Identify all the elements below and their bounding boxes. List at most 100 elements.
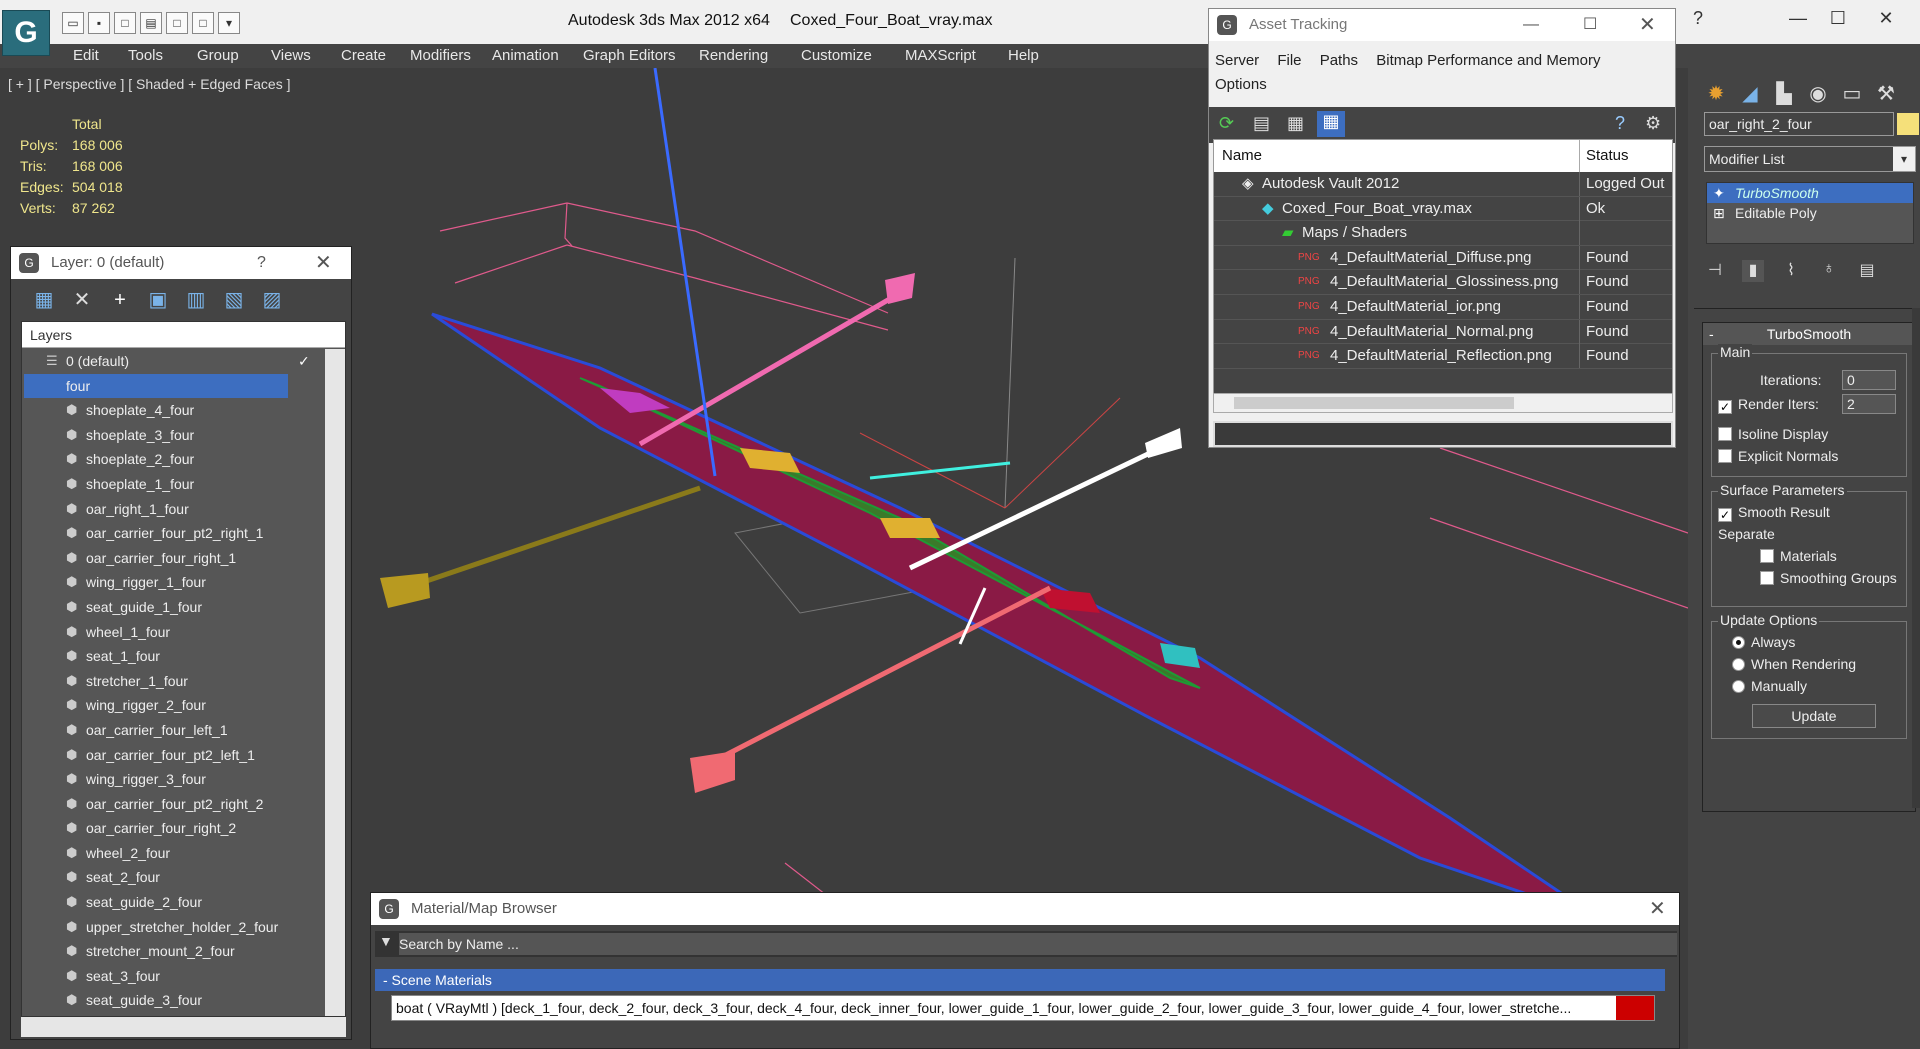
object-item[interactable]: ⬢ wing_rigger_1_four <box>22 570 322 595</box>
hierarchy-tab-icon[interactable]: ▙ <box>1770 80 1798 108</box>
object-item[interactable]: ⬢ stretcher_1_four <box>22 669 322 694</box>
configure-modifier-sets-icon[interactable]: ▤ <box>1856 260 1878 282</box>
object-item[interactable]: ⬢ shoeplate_1_four <box>22 472 322 497</box>
modifier-list-dropdown[interactable]: Modifier List ▾ <box>1704 146 1916 172</box>
object-item[interactable]: ⬢ seat_guide_2_four <box>22 890 322 915</box>
minimize-icon[interactable]: — <box>1778 8 1818 29</box>
menu-views[interactable]: Views <box>271 47 311 64</box>
freeze-all-icon[interactable]: ▨ <box>259 287 285 313</box>
display-tab-icon[interactable]: ▭ <box>1838 80 1866 108</box>
object-item[interactable]: ⬢ shoeplate_2_four <box>22 447 322 472</box>
menu-animation[interactable]: Animation <box>492 47 559 64</box>
materials-checkbox[interactable] <box>1760 549 1774 563</box>
motion-tab-icon[interactable]: ◉ <box>1804 80 1832 108</box>
redo-icon[interactable]: ▤ <box>140 12 162 34</box>
object-item[interactable]: ⬢ oar_carrier_four_pt2_right_2 <box>22 792 322 817</box>
help-icon[interactable]: ? <box>1678 8 1718 29</box>
asset-row[interactable]: PNG 4_DefaultMaterial_ior.png Found <box>1214 294 1672 320</box>
close-window-icon[interactable]: ✕ <box>1866 8 1906 29</box>
object-item[interactable]: ⬢ oar_carrier_four_right_1 <box>22 546 322 571</box>
object-item[interactable]: ⬢ wheel_1_four <box>22 620 322 645</box>
layers-tree[interactable]: Layers ☰0 (default)✓ ☰four ⬢shoeplate_4_… <box>21 321 346 1017</box>
search-options-icon[interactable]: ▼ <box>379 933 393 949</box>
asset-row[interactable]: PNG 4_DefaultMaterial_Diffuse.png Found <box>1214 245 1672 271</box>
expand-icon[interactable]: ⊞ <box>1713 203 1725 223</box>
new-layer-icon[interactable]: ▦ <box>31 287 57 313</box>
asset-row[interactable]: PNG 4_DefaultMaterial_Glossiness.png Found <box>1214 270 1672 295</box>
explicit-normals-checkbox[interactable] <box>1718 449 1732 463</box>
asset-menu-bitmap-performance[interactable]: Bitmap Performance and Memory <box>1376 52 1600 69</box>
create-tab-icon[interactable]: ✹ <box>1702 80 1730 108</box>
asset-row[interactable]: PNG 4_DefaultMaterial_Reflection.png Found <box>1214 344 1672 369</box>
object-item[interactable]: ⬢ oar_carrier_four_pt2_right_1 <box>22 521 322 546</box>
object-item[interactable]: ⬢ seat_2_four <box>22 865 322 890</box>
hide-all-icon[interactable]: ▧ <box>221 287 247 313</box>
object-item[interactable]: ⬢ stretcher_mount_2_four <box>22 939 322 964</box>
smooth-result-checkbox[interactable]: ✓ <box>1718 508 1732 522</box>
utilities-tab-icon[interactable]: ⚒ <box>1872 80 1900 108</box>
viewport-label[interactable]: [ + ] [ Perspective ] [ Shaded + Edged F… <box>8 76 291 92</box>
layers-horizontal-scrollbar[interactable] <box>21 1017 346 1037</box>
close-icon[interactable]: ✕ <box>1649 893 1666 925</box>
maximize-icon[interactable]: ☐ <box>1818 8 1858 29</box>
object-color-swatch[interactable] <box>1897 113 1919 135</box>
object-item[interactable]: ⬢ wheel_2_four <box>22 841 322 866</box>
object-item[interactable]: ⬢ seat_3_four <box>22 964 322 989</box>
qat-dropdown-icon[interactable]: ▾ <box>218 12 240 34</box>
settings-icon[interactable]: ⚙ <box>1645 113 1661 134</box>
current-layer-check-icon[interactable]: ✓ <box>298 349 310 373</box>
update-button[interactable]: Update <box>1752 704 1876 728</box>
asset-row[interactable]: PNG 4_DefaultMaterial_Normal.png Found <box>1214 319 1672 345</box>
minimize-icon[interactable]: — <box>1523 9 1539 41</box>
isoline-checkbox[interactable] <box>1718 427 1732 441</box>
make-unique-icon[interactable]: ⌇ <box>1780 260 1802 282</box>
fetch-icon[interactable]: □ <box>192 12 214 34</box>
object-item[interactable]: ⬢ oar_carrier_four_pt2_left_1 <box>22 743 322 768</box>
refresh-icon[interactable]: ⟳ <box>1219 113 1234 134</box>
menu-help[interactable]: Help <box>1008 47 1039 64</box>
asset-path-field[interactable] <box>1213 421 1673 447</box>
asset-tracking-titlebar[interactable]: G Asset Tracking — ☐ ✕ <box>1209 9 1675 41</box>
stack-item-turbosmooth[interactable]: ✦ TurboSmooth <box>1707 183 1913 203</box>
menu-rendering[interactable]: Rendering <box>699 47 768 64</box>
always-radio[interactable] <box>1732 636 1745 649</box>
app-logo-button[interactable]: G <box>2 10 50 56</box>
asset-row[interactable]: ◆ Coxed_Four_Boat_vray.max Ok <box>1214 196 1672 222</box>
table-view-icon[interactable]: ▦ <box>1317 111 1345 137</box>
object-item[interactable]: ⬢ oar_carrier_four_right_2 <box>22 816 322 841</box>
object-item[interactable]: ⬢ shoeplate_4_four <box>22 398 322 423</box>
object-item[interactable]: ⬢ wing_rigger_2_four <box>22 693 322 718</box>
pin-stack-icon[interactable]: ⊣ <box>1704 260 1726 282</box>
tree-view-icon[interactable]: ▦ <box>1287 113 1304 134</box>
layer-item[interactable]: ☰four <box>22 373 322 399</box>
stack-item-editable-poly[interactable]: ⊞ Editable Poly <box>1707 203 1913 223</box>
asset-row[interactable]: ▰ Maps / Shaders <box>1214 221 1672 246</box>
remove-modifier-icon[interactable]: ♁ <box>1818 260 1840 282</box>
render-iters-checkbox[interactable]: ✓ <box>1718 400 1732 414</box>
turbosmooth-rollout-header[interactable]: - TurboSmooth <box>1703 323 1915 345</box>
object-item[interactable]: ⬢ oar_right_1_four <box>22 497 322 522</box>
help-icon[interactable]: ? <box>1615 113 1625 134</box>
asset-row[interactable]: ◈ Autodesk Vault 2012 Logged Out <box>1214 172 1672 197</box>
help-icon[interactable]: ? <box>257 247 266 279</box>
column-status[interactable]: Status <box>1586 140 1629 172</box>
scene-materials-group[interactable]: - Scene Materials <box>375 969 1665 991</box>
asset-menu-options[interactable]: Options <box>1215 76 1267 93</box>
undo-icon[interactable]: □ <box>114 12 136 34</box>
light-bulb-icon[interactable]: ✦ <box>1713 183 1725 203</box>
menu-edit[interactable]: Edit <box>73 47 99 64</box>
asset-menu-paths[interactable]: Paths <box>1320 52 1358 69</box>
menu-create[interactable]: Create <box>341 47 386 64</box>
object-item[interactable]: ⬢ shoeplate_3_four <box>22 423 322 448</box>
material-item[interactable]: boat ( VRayMtl ) [deck_1_four, deck_2_fo… <box>391 995 1655 1021</box>
open-file-icon[interactable]: ▭ <box>62 12 84 34</box>
asset-horizontal-scrollbar[interactable] <box>1213 393 1673 413</box>
save-file-icon[interactable]: ▪ <box>88 12 110 34</box>
asset-menu-server[interactable]: Server <box>1215 52 1259 69</box>
object-item[interactable]: ⬢ seat_1_four <box>22 644 322 669</box>
menu-customize[interactable]: Customize <box>801 47 872 64</box>
menu-maxscript[interactable]: MAXScript <box>905 47 976 64</box>
object-item[interactable]: ⬢ wing_rigger_3_four <box>22 767 322 792</box>
iterations-spinner[interactable]: 0 <box>1842 370 1896 390</box>
close-icon[interactable]: ✕ <box>1639 9 1656 41</box>
